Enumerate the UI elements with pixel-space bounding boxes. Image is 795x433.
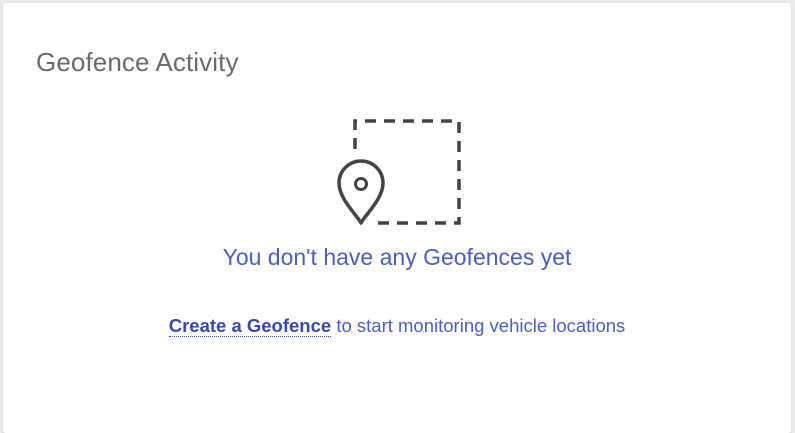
geofence-map-pin-icon xyxy=(333,113,469,233)
empty-state-message-text: to start monitoring vehicle locations xyxy=(331,315,626,336)
geofence-activity-card: Geofence Activity You don't have any Geo… xyxy=(3,3,791,433)
create-geofence-link[interactable]: Create a Geofence xyxy=(168,315,332,337)
empty-state-message: Create a Geofence to start monitoring ve… xyxy=(3,315,791,337)
empty-state-heading: You don't have any Geofences yet xyxy=(222,244,572,270)
card-title: Geofence Activity xyxy=(36,47,239,77)
